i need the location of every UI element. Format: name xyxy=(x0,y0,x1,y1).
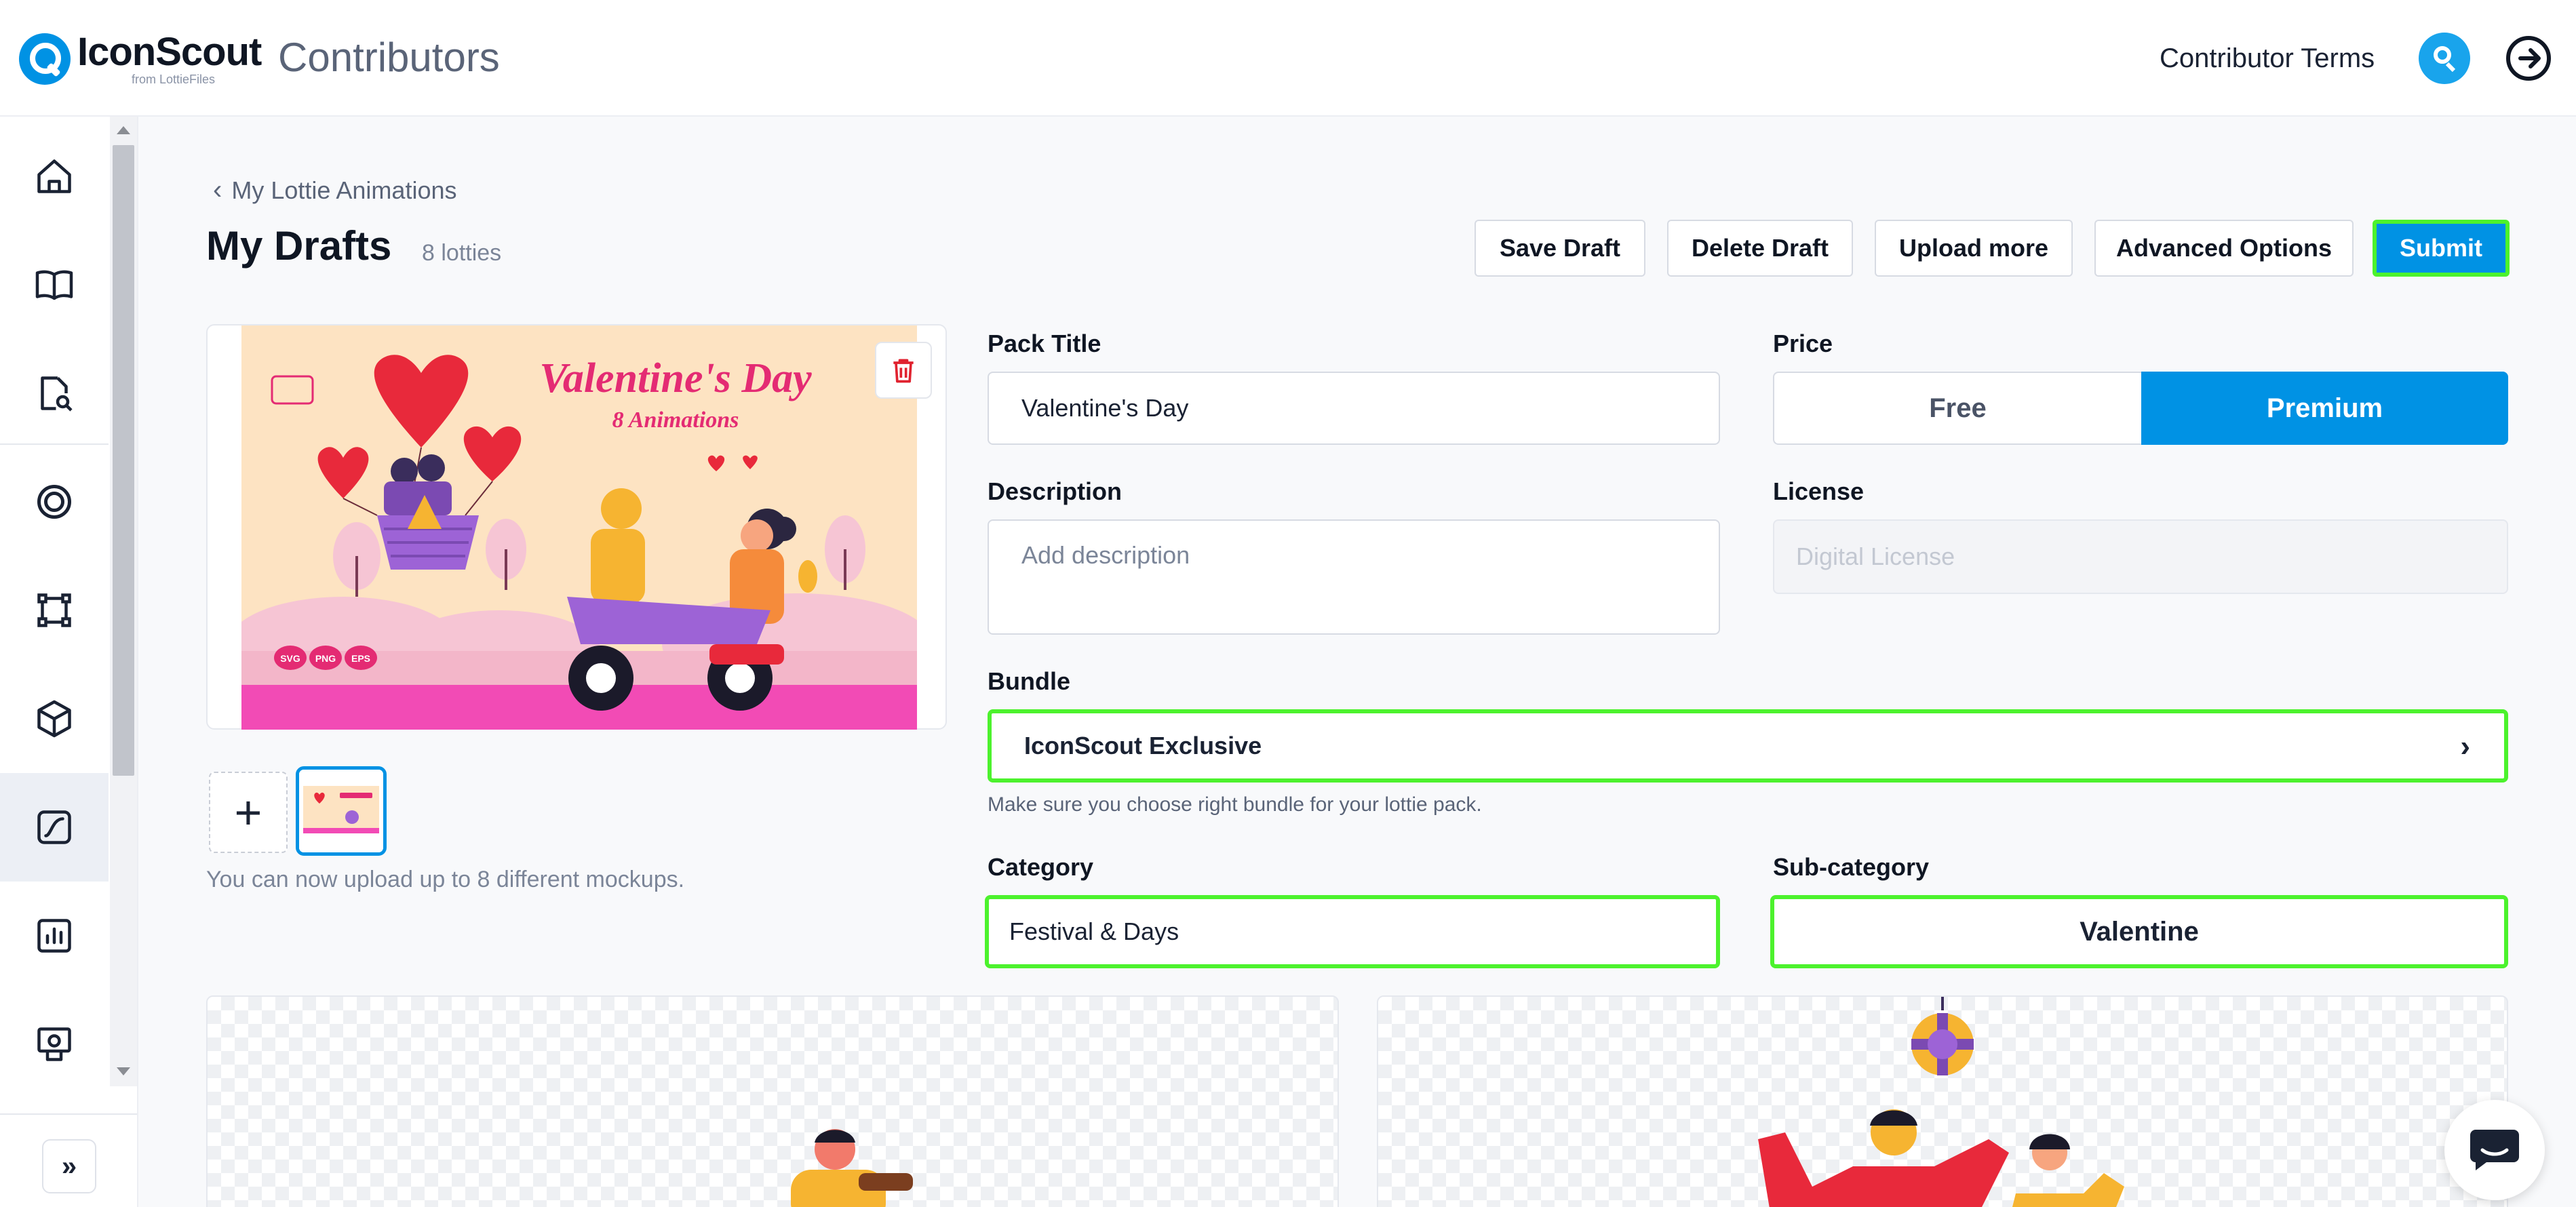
preview-headline: Valentine's Day xyxy=(539,355,812,401)
license-label: License xyxy=(1773,477,1865,505)
sidebar-item-lottie[interactable] xyxy=(0,773,109,882)
document-search-icon xyxy=(41,376,73,412)
lottie-count: 8 lotties xyxy=(422,240,502,266)
sidebar-item-store[interactable] xyxy=(0,990,109,1099)
add-mockup-button[interactable]: + xyxy=(209,772,288,853)
breadcrumb[interactable]: ‹ My Lottie Animations xyxy=(213,175,456,205)
sidebar-item-review[interactable] xyxy=(0,339,109,448)
lottie-preview-tile[interactable] xyxy=(206,995,1339,1207)
sidebar-item-icons[interactable] xyxy=(0,448,109,556)
price-free-option[interactable]: Free xyxy=(1773,372,2141,445)
sidebar-item-illustrations[interactable] xyxy=(0,556,109,665)
mockup-thumbnail-selected[interactable] xyxy=(296,766,387,856)
chevron-right-icon: › xyxy=(2460,730,2470,763)
sidebar-item-analytics[interactable] xyxy=(0,882,109,990)
chat-support-button[interactable] xyxy=(2444,1100,2545,1200)
description-textarea[interactable]: Add description xyxy=(988,519,1720,635)
valentine-illustration: Valentine's Day 8 Animations SVG PNG EPS xyxy=(241,325,917,730)
format-chip: PNG xyxy=(315,653,336,664)
lottie-preview-illustration xyxy=(791,1129,913,1207)
delete-draft-button[interactable]: Delete Draft xyxy=(1667,220,1853,277)
mockup-hint: You can now upload up to 8 different moc… xyxy=(206,867,685,892)
subcategory-label: Sub-category xyxy=(1773,853,1930,881)
iconscout-logo[interactable]: IconScout from LottieFiles xyxy=(19,30,262,86)
chart-icon xyxy=(37,919,71,953)
plus-icon: + xyxy=(234,786,262,839)
sidebar-nav: » xyxy=(0,117,138,1207)
advanced-options-button[interactable]: Advanced Options xyxy=(2094,220,2354,277)
logo-sub-text: from LottieFiles xyxy=(132,73,216,86)
target-icon xyxy=(37,485,71,519)
chat-icon xyxy=(2470,1130,2519,1170)
pack-title-label: Pack Title xyxy=(988,330,1101,357)
trash-icon xyxy=(893,359,914,383)
cube-icon xyxy=(37,700,71,738)
subcategory-select[interactable]: Valentine xyxy=(1770,895,2508,968)
lottie-preview-illustration xyxy=(1758,997,2124,1207)
mockup-thumbnail-image xyxy=(299,770,383,852)
upload-more-button[interactable]: Upload more xyxy=(1875,220,2073,277)
preview-card: Valentine's Day 8 Animations SVG PNG EPS xyxy=(206,324,947,730)
logo-mark-icon xyxy=(19,33,71,85)
bundle-select[interactable]: IconScout Exclusive › xyxy=(988,709,2508,783)
price-toggle: Free Premium xyxy=(1773,372,2508,445)
scroll-down-arrow-icon[interactable] xyxy=(117,1067,130,1075)
bundle-label: Bundle xyxy=(988,667,1070,695)
sidebar-item-learn[interactable] xyxy=(0,231,109,339)
sidebar-item-3d[interactable] xyxy=(0,665,109,773)
category-label: Category xyxy=(988,853,1094,881)
chevron-left-icon: ‹ xyxy=(213,175,222,205)
scroll-up-arrow-icon[interactable] xyxy=(117,126,130,134)
breadcrumb-link[interactable]: My Lottie Animations xyxy=(231,176,456,205)
bundle-value: IconScout Exclusive xyxy=(1024,732,1262,759)
format-chip: SVG xyxy=(280,653,300,664)
sidebar-item-home[interactable] xyxy=(0,122,109,231)
search-icon[interactable] xyxy=(2419,33,2470,84)
app-name: Contributors xyxy=(278,35,500,80)
format-chip: EPS xyxy=(351,653,370,664)
contributor-terms-link[interactable]: Contributor Terms xyxy=(2160,43,2375,74)
expand-sidebar-button[interactable]: » xyxy=(42,1139,96,1193)
lottie-icon xyxy=(37,810,71,844)
price-premium-option[interactable]: Premium xyxy=(2141,372,2508,445)
logo-brand-text: IconScout xyxy=(77,30,262,74)
top-bar: IconScout from LottieFiles Contributors … xyxy=(0,0,2576,117)
double-chevron-right-icon: » xyxy=(61,1151,77,1181)
logout-icon[interactable] xyxy=(2504,34,2553,83)
price-label: Price xyxy=(1773,330,1833,357)
save-draft-button[interactable]: Save Draft xyxy=(1475,220,1645,277)
vector-shape-icon xyxy=(37,593,71,627)
delete-preview-button[interactable] xyxy=(875,342,932,399)
license-select: Digital License xyxy=(1773,519,2508,594)
description-label: Description xyxy=(988,477,1123,505)
preview-subline: 8 Animations xyxy=(612,408,739,433)
page-title: My Drafts xyxy=(206,223,392,269)
preview-image: Valentine's Day 8 Animations SVG PNG EPS xyxy=(241,325,917,730)
bundle-hint: Make sure you choose right bundle for yo… xyxy=(988,793,1482,816)
submit-button[interactable]: Submit xyxy=(2373,220,2510,277)
pack-title-input[interactable]: Valentine's Day xyxy=(988,372,1720,445)
sidebar-scrollbar-thumb[interactable] xyxy=(113,145,134,776)
home-icon xyxy=(37,159,71,193)
store-icon xyxy=(37,1027,71,1061)
lottie-preview-tile[interactable] xyxy=(1377,995,2508,1207)
book-icon xyxy=(35,270,73,300)
category-select[interactable]: Festival & Days xyxy=(985,895,1720,968)
